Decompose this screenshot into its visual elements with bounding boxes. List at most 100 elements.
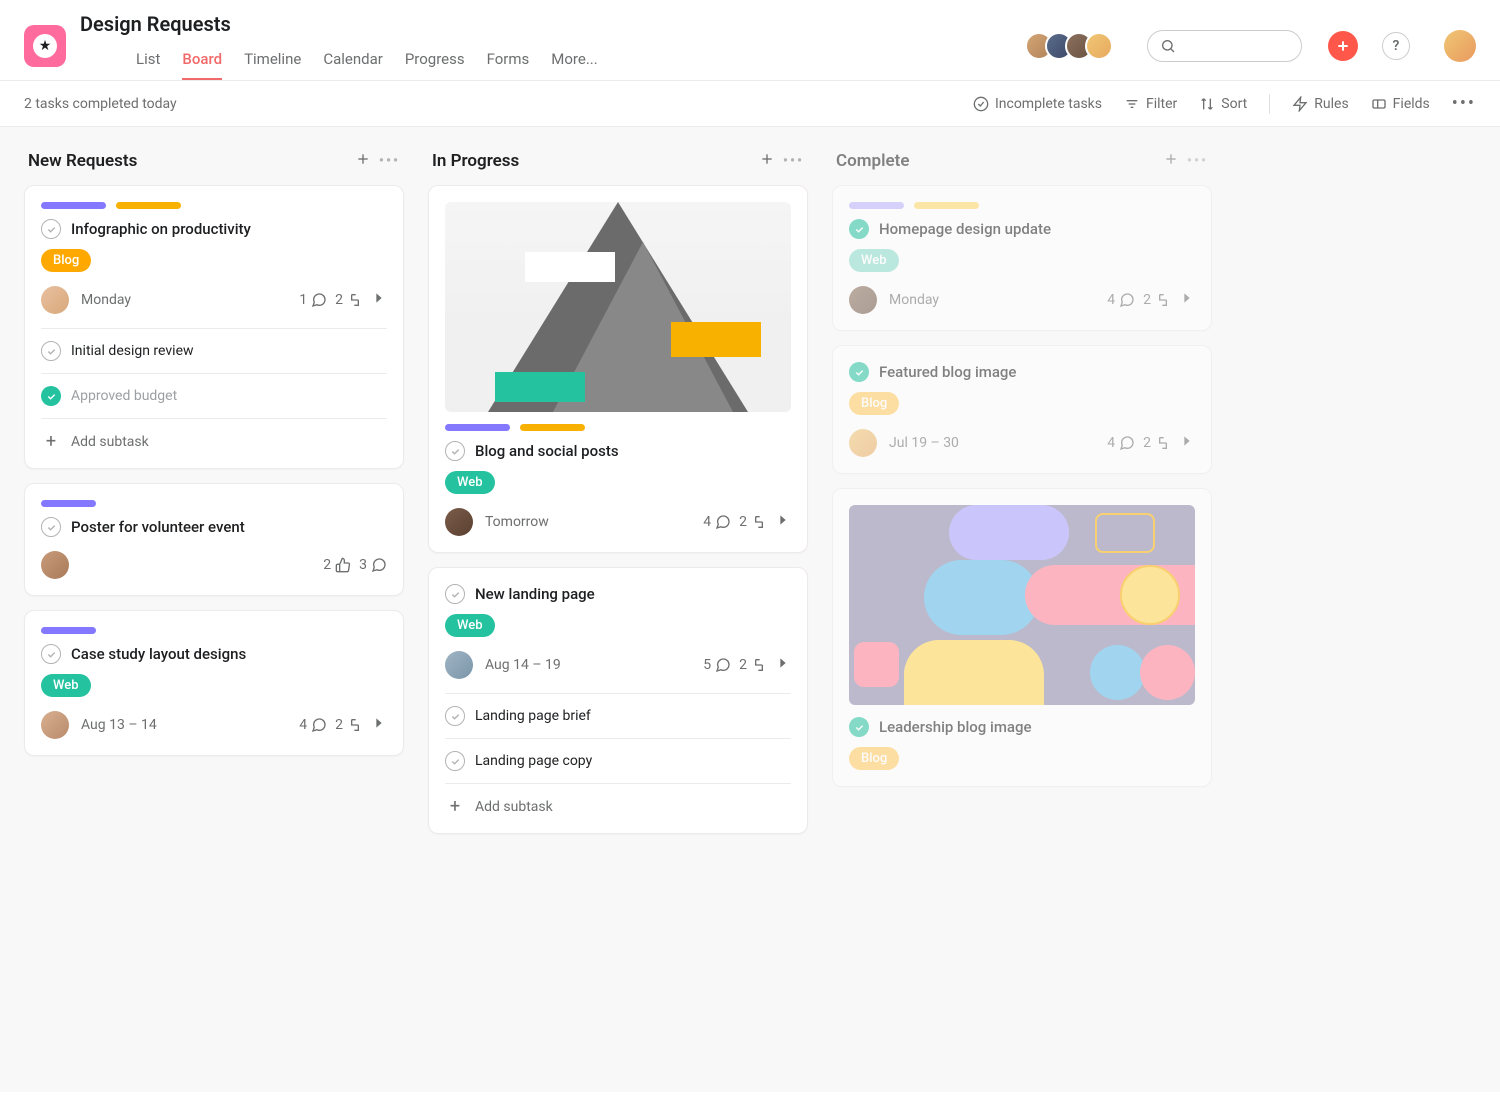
fields-icon	[1371, 96, 1387, 112]
task-stat-comment: 5	[703, 657, 731, 673]
task-stat-subtask: 2	[335, 717, 363, 733]
tab-progress[interactable]: Progress	[405, 44, 465, 80]
subtask-row[interactable]: Landing page brief	[445, 694, 791, 739]
complete-subtask-checkbox[interactable]	[41, 341, 61, 361]
filter-button[interactable]: Filter	[1124, 96, 1177, 112]
complete-task-checkbox[interactable]	[849, 717, 869, 737]
tab-calendar[interactable]: Calendar	[323, 44, 383, 80]
complete-task-checkbox[interactable]	[41, 644, 61, 664]
complete-subtask-checkbox[interactable]	[41, 386, 61, 406]
add-subtask-button[interactable]: + Add subtask	[41, 419, 387, 452]
tab-more[interactable]: More...	[551, 44, 597, 80]
assignee-avatar[interactable]	[445, 508, 473, 536]
task-tag[interactable]: Web	[445, 471, 495, 494]
task-title: Poster for volunteer event	[71, 518, 245, 536]
card-cover-image	[445, 202, 791, 412]
add-subtask-button[interactable]: + Add subtask	[445, 784, 791, 817]
subtask-title: Approved budget	[71, 388, 177, 404]
column-title: In Progress	[432, 151, 747, 171]
add-card-button[interactable]	[759, 151, 775, 171]
subtask-row[interactable]: Initial design review	[41, 329, 387, 374]
search-input[interactable]	[1147, 30, 1302, 62]
task-stat-comment: 4	[299, 717, 327, 733]
more-icon[interactable]: •••	[1452, 93, 1476, 114]
member-avatars[interactable]	[1025, 32, 1113, 60]
column-more-icon[interactable]: •••	[783, 153, 804, 169]
due-date[interactable]: Aug 14 – 19	[485, 657, 561, 673]
assignee-avatar[interactable]	[41, 551, 69, 579]
due-date[interactable]: Monday	[81, 292, 131, 308]
board-column: New Requests ••• Infographic on producti…	[24, 151, 404, 770]
user-avatar[interactable]	[1444, 30, 1476, 62]
subtask-row[interactable]: Approved budget	[41, 374, 387, 419]
task-tag[interactable]: Blog	[849, 747, 899, 770]
task-title: Featured blog image	[879, 363, 1016, 381]
task-card[interactable]: Case study layout designs WebAug 13 – 14…	[24, 610, 404, 756]
incomplete-tasks-filter[interactable]: Incomplete tasks	[973, 96, 1102, 112]
assignee-avatar[interactable]	[849, 429, 877, 457]
task-tag[interactable]: Web	[849, 249, 899, 272]
task-tag[interactable]: Web	[445, 614, 495, 637]
assignee-avatar[interactable]	[849, 286, 877, 314]
sort-icon	[1199, 96, 1215, 112]
subtask-row[interactable]: Landing page copy	[445, 739, 791, 784]
tab-forms[interactable]: Forms	[487, 44, 530, 80]
assignee-avatar[interactable]	[41, 286, 69, 314]
task-tag[interactable]: Blog	[849, 392, 899, 415]
complete-task-checkbox[interactable]	[445, 441, 465, 461]
task-card[interactable]: Leadership blog image Blog	[832, 488, 1212, 787]
complete-task-checkbox[interactable]	[41, 219, 61, 239]
tab-timeline[interactable]: Timeline	[244, 44, 301, 80]
avatar[interactable]	[1085, 32, 1113, 60]
complete-task-checkbox[interactable]	[41, 517, 61, 537]
task-stat-like: 2	[323, 557, 351, 573]
task-card[interactable]: Homepage design update WebMonday42	[832, 185, 1212, 331]
due-date[interactable]: Monday	[889, 292, 939, 308]
expand-card-icon[interactable]	[1179, 433, 1195, 453]
rules-button[interactable]: Rules	[1292, 96, 1348, 112]
tab-board[interactable]: Board	[182, 44, 222, 80]
complete-subtask-checkbox[interactable]	[445, 751, 465, 771]
sort-button[interactable]: Sort	[1199, 96, 1247, 112]
expand-card-icon[interactable]	[371, 715, 387, 735]
task-tag[interactable]: Blog	[41, 249, 91, 272]
column-more-icon[interactable]: •••	[379, 153, 400, 169]
due-date[interactable]: Jul 19 – 30	[889, 435, 959, 451]
task-tag[interactable]: Web	[41, 674, 91, 697]
search-icon	[1160, 38, 1176, 54]
subtask-list: Initial design review Approved budget	[41, 328, 387, 419]
color-pill	[41, 627, 96, 634]
task-card[interactable]: Poster for volunteer event 23	[24, 483, 404, 596]
add-card-button[interactable]	[1163, 151, 1179, 171]
plus-icon	[1335, 38, 1351, 54]
help-button[interactable]: ?	[1382, 32, 1410, 60]
add-card-button[interactable]	[355, 151, 371, 171]
complete-subtask-checkbox[interactable]	[445, 706, 465, 726]
task-stat-comment: 3	[359, 557, 387, 573]
view-tabs: List Board Timeline Calendar Progress Fo…	[136, 44, 598, 80]
task-card[interactable]: Featured blog image BlogJul 19 – 3042	[832, 345, 1212, 474]
assignee-avatar[interactable]	[445, 651, 473, 679]
complete-task-checkbox[interactable]	[849, 362, 869, 382]
complete-task-checkbox[interactable]	[445, 584, 465, 604]
complete-task-checkbox[interactable]	[849, 219, 869, 239]
add-button[interactable]	[1328, 31, 1358, 61]
column-more-icon[interactable]: •••	[1187, 153, 1208, 169]
due-date[interactable]: Aug 13 – 14	[81, 717, 157, 733]
expand-card-icon[interactable]	[775, 655, 791, 675]
assignee-avatar[interactable]	[41, 711, 69, 739]
expand-card-icon[interactable]	[1179, 290, 1195, 310]
add-subtask-label: Add subtask	[475, 799, 553, 815]
project-header: ★ Design Requests List Board Timeline Ca…	[0, 0, 1500, 81]
add-subtask-label: Add subtask	[71, 434, 149, 450]
fields-button[interactable]: Fields	[1371, 96, 1430, 112]
project-icon[interactable]: ★	[24, 25, 66, 67]
tab-list[interactable]: List	[136, 44, 160, 80]
expand-card-icon[interactable]	[775, 512, 791, 532]
expand-card-icon[interactable]	[371, 290, 387, 310]
task-card[interactable]: Infographic on productivity BlogMonday12…	[24, 185, 404, 469]
task-card[interactable]: Blog and social posts WebTomorrow42	[428, 185, 808, 553]
task-card[interactable]: New landing page WebAug 14 – 1952 Landin…	[428, 567, 808, 834]
due-date[interactable]: Tomorrow	[485, 514, 549, 530]
subtask-title: Landing page copy	[475, 753, 592, 769]
